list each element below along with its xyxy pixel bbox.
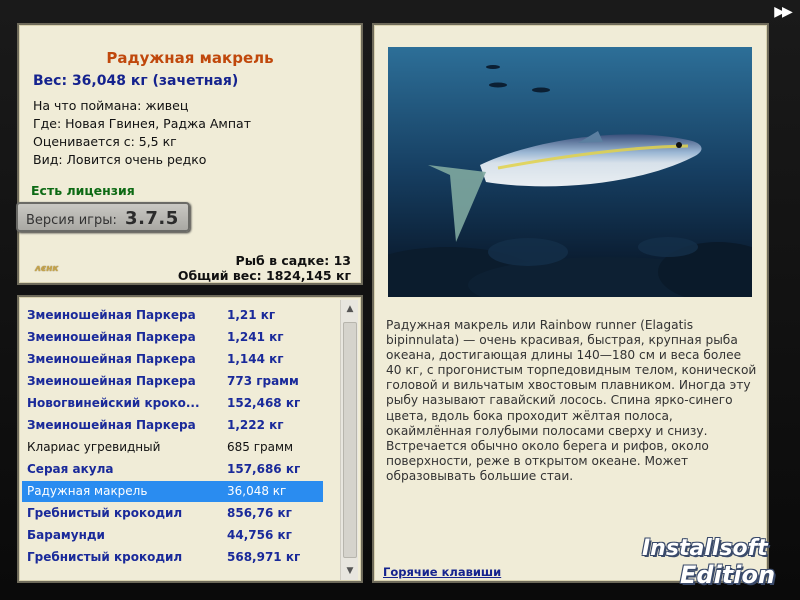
- next-arrow-icon[interactable]: ▶▶: [770, 4, 794, 20]
- catch-fish-name: Змеиношейная Паркера: [27, 330, 196, 344]
- location-info: Где: Новая Гвинея, Раджа Ампат: [33, 116, 251, 131]
- catch-list-row[interactable]: Радужная макрель 36,048 кг: [22, 481, 323, 502]
- game-logo: ᴧєнк: [35, 264, 59, 274]
- fish-info-panel: Радужная макрель Вес: 36,048 кг (зачетна…: [16, 23, 363, 285]
- catch-list-row[interactable]: Змеиношейная Паркера 1,222 кг: [22, 415, 323, 436]
- catch-fish-weight: 152,468 кг: [227, 396, 301, 410]
- catch-fish-weight: 1,144 кг: [227, 352, 284, 366]
- catch-fish-name: Серая акула: [27, 462, 114, 476]
- bait-info: На что поймана: живец: [33, 98, 189, 113]
- app-window: ▶▶ Радужная макрель Вес: 36,048 кг (заче…: [0, 0, 800, 600]
- catch-fish-weight: 685 грамм: [227, 440, 294, 454]
- version-number: 3.7.5: [125, 208, 179, 229]
- scroll-up-icon[interactable]: ▲: [341, 300, 359, 318]
- version-label: Версия игры:: [26, 213, 117, 228]
- cage-count: Рыб в садке: 13: [235, 253, 351, 268]
- rarity-info: Вид: Ловится очень редко: [33, 152, 207, 167]
- scroll-thumb[interactable]: [343, 322, 357, 558]
- fish-description-panel: Радужная макрель или Rainbow runner (Ela…: [372, 23, 769, 583]
- catch-list-row[interactable]: Новогвинейский кроко... 152,468 кг: [22, 393, 323, 414]
- catch-list-row[interactable]: Гребнистый крокодил 856,76 кг: [22, 503, 323, 524]
- catch-list: Змеиношейная Паркера 1,21 кг Змеиношейная …: [22, 300, 338, 580]
- catch-fish-weight: 856,76 кг: [227, 506, 292, 520]
- version-badge: Версия игры: 3.7.5: [16, 202, 190, 232]
- hotkeys-link[interactable]: Горячие клавиши: [383, 565, 501, 579]
- catch-fish-weight: 1,222 кг: [227, 418, 284, 432]
- catch-fish-name: Змеиношейная Паркера: [27, 374, 196, 388]
- catch-list-row[interactable]: Серая акула 157,686 кг: [22, 459, 323, 480]
- catch-list-row[interactable]: Клариас угревидный 685 грамм: [22, 437, 323, 458]
- catch-list-row[interactable]: Змеиношейная Паркера 773 грамм: [22, 371, 323, 392]
- catch-fish-name: Барамунди: [27, 528, 105, 542]
- installsoft-watermark: Installsoft Edition: [636, 528, 796, 592]
- total-weight: Общий вес: 1824,145 кг: [177, 268, 351, 283]
- catch-fish-name: Гребнистый крокодил: [27, 550, 183, 564]
- catch-list-row[interactable]: Змеиношейная Паркера 1,241 кг: [22, 327, 323, 348]
- catch-list-panel: Змеиношейная Паркера 1,21 кг Змеиношейная …: [17, 295, 363, 583]
- fish-description: Радужная макрель или Rainbow runner (Ela…: [386, 318, 757, 483]
- scroll-down-icon[interactable]: ▼: [341, 562, 359, 580]
- rainbow-runner-image: [388, 47, 752, 297]
- catch-list-row[interactable]: Змеиношейная Паркера 1,21 кг: [22, 305, 323, 326]
- fish-title: Радужная макрель: [106, 49, 274, 67]
- catch-fish-name: Новогвинейский кроко...: [27, 396, 200, 410]
- catch-fish-weight: 44,756 кг: [227, 528, 292, 542]
- list-scrollbar[interactable]: ▲ ▼: [340, 300, 358, 580]
- catch-fish-name: Змеиношейная Паркера: [27, 418, 196, 432]
- catch-list-row[interactable]: Барамунди 44,756 кг: [22, 525, 323, 546]
- fish-photo: [388, 47, 752, 297]
- catch-fish-name: Змеиношейная Паркера: [27, 308, 196, 322]
- catch-fish-weight: 36,048 кг: [227, 484, 287, 498]
- watermark-line2: Edition: [680, 561, 776, 589]
- catch-fish-name: Радужная макрель: [27, 484, 148, 498]
- catch-fish-weight: 157,686 кг: [227, 462, 301, 476]
- fish-weight: Вес: 36,048 кг (зачетная): [33, 73, 239, 89]
- catch-fish-name: Змеиношейная Паркера: [27, 352, 196, 366]
- rating-info: Оценивается с: 5,5 кг: [33, 134, 177, 149]
- watermark-line1: Installsoft: [642, 536, 768, 561]
- license-status: Есть лицензия: [31, 183, 135, 198]
- catch-fish-weight: 1,21 кг: [227, 308, 276, 322]
- catch-fish-weight: 568,971 кг: [227, 550, 301, 564]
- catch-list-row[interactable]: Змеиношейная Паркера 1,144 кг: [22, 349, 323, 370]
- catch-fish-name: Гребнистый крокодил: [27, 506, 183, 520]
- catch-fish-weight: 773 грамм: [227, 374, 299, 388]
- catch-fish-weight: 1,241 кг: [227, 330, 284, 344]
- catch-list-row[interactable]: Гребнистый крокодил 568,971 кг: [22, 547, 323, 568]
- catch-fish-name: Клариас угревидный: [27, 440, 161, 454]
